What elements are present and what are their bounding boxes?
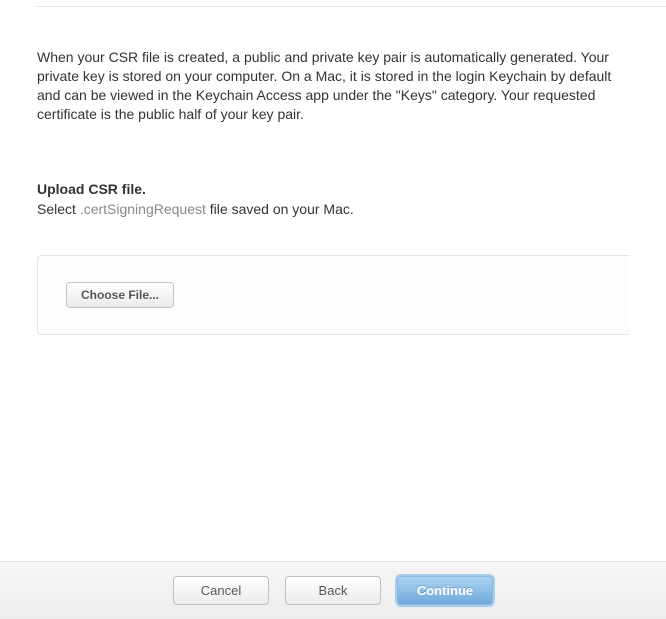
continue-button[interactable]: Continue (397, 576, 493, 605)
upload-subtext: Select .certSigningRequest file saved on… (37, 201, 629, 217)
back-button[interactable]: Back (285, 576, 381, 605)
upload-heading: Upload CSR file. (37, 181, 629, 197)
main-content: When your CSR file is created, a public … (0, 7, 666, 335)
choose-file-button[interactable]: Choose File... (66, 282, 174, 308)
upload-prefix: Select (37, 201, 80, 217)
cancel-button[interactable]: Cancel (173, 576, 269, 605)
description-text: When your CSR file is created, a public … (37, 48, 629, 124)
footer-bar: Cancel Back Continue (0, 561, 666, 619)
upload-file-extension: .certSigningRequest (80, 201, 206, 217)
upload-box: Choose File... (37, 255, 629, 335)
upload-suffix: file saved on your Mac. (206, 201, 354, 217)
